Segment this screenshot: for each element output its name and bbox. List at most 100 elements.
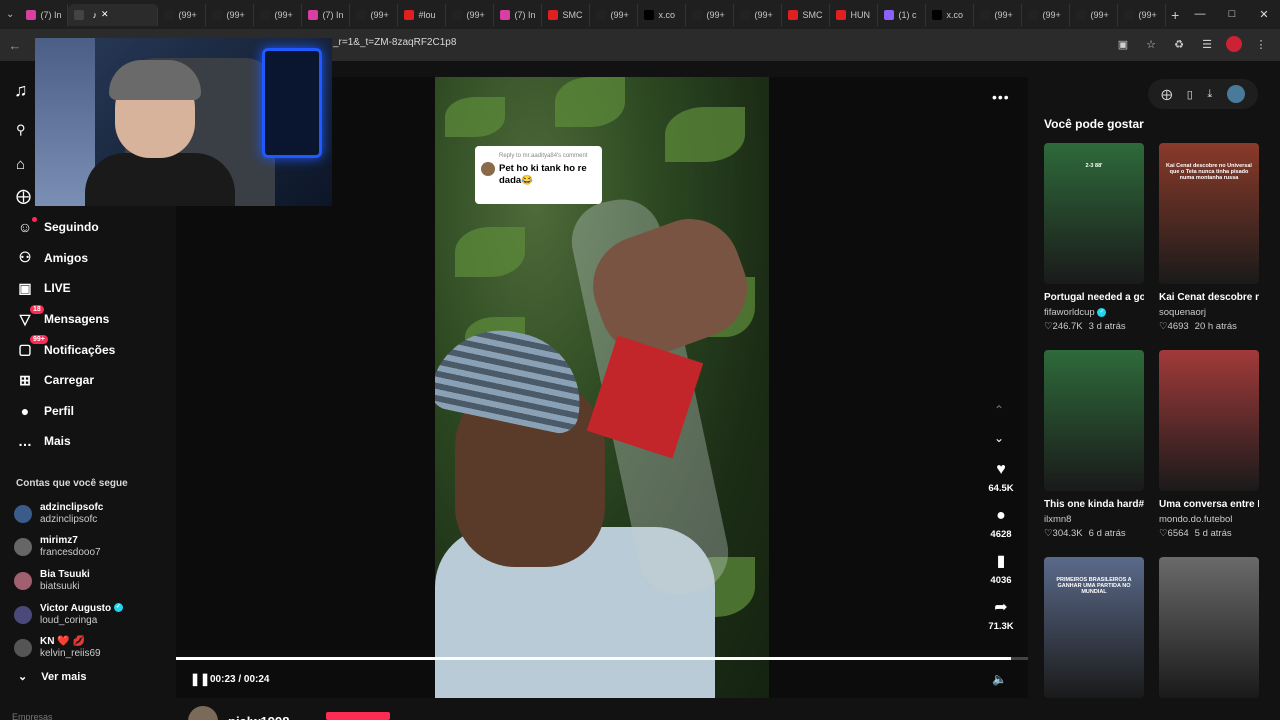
sidebar-item-carregar[interactable]: ⊞ Carregar: [12, 365, 162, 396]
browser-tab[interactable]: (1) c: [878, 3, 927, 26]
tab-favicon-icon: [932, 9, 943, 20]
browser-tab[interactable]: HUN: [830, 3, 879, 26]
browser-tab[interactable]: (99+: [1118, 3, 1167, 26]
account-avatar[interactable]: [1226, 85, 1245, 103]
share-count: 71.3K: [988, 621, 1014, 632]
upload-icon: ⊞: [19, 371, 31, 388]
sidebar-item-amigos[interactable]: ⚇ Amigos: [12, 243, 162, 274]
url-field[interactable]: _r=1&_t=ZM-8zaqRF2C1p8: [333, 37, 456, 48]
sidebar-item-perfil[interactable]: ● Perfil: [12, 396, 162, 427]
see-more-button[interactable]: ⌄ Ver mais: [18, 670, 86, 684]
following-account[interactable]: Victor Augusto ✓ loud_coringa: [14, 598, 164, 632]
video-author[interactable]: soquenaorj: [1159, 306, 1259, 320]
following-account[interactable]: Bia Tsuuki biatsuuki: [14, 564, 164, 598]
browser-tab[interactable]: SMC: [782, 3, 831, 26]
like-button[interactable]: ♥ 64.5K: [981, 459, 1021, 505]
browser-tab[interactable]: (99+: [734, 3, 783, 26]
notification-badge: 18: [30, 304, 44, 314]
browser-tab[interactable]: (99+: [974, 3, 1023, 26]
home-icon[interactable]: ⌂: [16, 156, 25, 173]
browser-tab[interactable]: (99+: [590, 3, 639, 26]
browser-tab[interactable]: (7) In: [494, 3, 543, 26]
progress-bar[interactable]: [176, 657, 1028, 660]
tiktok-logo-icon[interactable]: ♫: [14, 80, 28, 101]
recommended-video-card[interactable]: 2-3 88' Portugal needed a goal. Cristiano…: [1044, 143, 1144, 334]
recommended-video-card[interactable]: This one kinda hard#lamineyamal...ilxmn8…: [1044, 350, 1144, 541]
video-thumbnail[interactable]: [1159, 350, 1259, 491]
browser-tab[interactable]: (7) In: [302, 3, 351, 26]
video-caption[interactable]: This one kinda hard#lamineyamal...: [1044, 497, 1144, 513]
sidebar-item-mensagens[interactable]: ▽ 18 Mensagens: [12, 304, 162, 335]
browser-tab[interactable]: ♪ ✕: [68, 3, 159, 26]
video-thumbnail[interactable]: [1044, 350, 1144, 491]
browser-tab[interactable]: (99+: [254, 3, 303, 26]
browser-profile-avatar[interactable]: [1226, 36, 1242, 52]
sidebar-item-seguindo[interactable]: ☺ Seguindo: [12, 212, 162, 243]
browser-tab[interactable]: #lou: [398, 3, 447, 26]
browser-tab[interactable]: x.co: [926, 3, 975, 26]
companies-link[interactable]: Empresas: [12, 712, 53, 720]
explore-icon[interactable]: ⨁: [16, 187, 31, 205]
sidebar-item-live[interactable]: ▣ LIVE: [12, 273, 162, 304]
following-account[interactable]: KN ❤️ 💋 kelvin_reiis69: [14, 631, 164, 665]
bookmark-star-icon[interactable]: ☆: [1142, 35, 1160, 53]
extensions-icon[interactable]: ♻: [1170, 35, 1188, 53]
video-author[interactable]: mondo.do.futebol: [1159, 513, 1259, 527]
back-arrow-icon[interactable]: ←: [0, 38, 30, 53]
recommended-video-card[interactable]: Kai Cenat descobre no Universal que o Te…: [1159, 143, 1259, 334]
video-caption[interactable]: Portugal needed a goal. Cristiano...: [1044, 290, 1144, 306]
recommended-video-card[interactable]: Uma conversa entre Lamine Yamal e...mond…: [1159, 350, 1259, 541]
pause-icon[interactable]: ❚❚: [190, 672, 210, 686]
follow-button[interactable]: [326, 712, 390, 720]
recommended-video-card[interactable]: PRIMEIROS BRASILEIROS A GANHAR UMA PARTI…: [1044, 557, 1144, 698]
browser-tab[interactable]: SMC: [542, 3, 591, 26]
video-frame[interactable]: Reply to mr.aaditya84's comment Pet ho k…: [435, 77, 769, 698]
video-thumbnail[interactable]: PRIMEIROS BRASILEIROS A GANHAR UMA PARTI…: [1044, 557, 1144, 698]
browser-tab[interactable]: (99+: [350, 3, 399, 26]
following-account[interactable]: mirimz7 francesdooo7: [14, 531, 164, 565]
device-icon[interactable]: ▯: [1187, 88, 1193, 101]
video-thumbnail[interactable]: Kai Cenat descobre no Universal que o Te…: [1159, 143, 1259, 284]
search-icon[interactable]: ⚲: [16, 122, 26, 138]
video-author[interactable]: fifaworldcup ✓: [1044, 306, 1144, 320]
cast-icon[interactable]: ▣: [1114, 35, 1132, 53]
volume-icon[interactable]: 🔈: [992, 672, 1007, 686]
download-icon[interactable]: ⤓: [1207, 88, 1212, 101]
browser-menu-icon[interactable]: ⋮: [1252, 35, 1270, 53]
share-button[interactable]: ➦ 71.3K: [981, 597, 1021, 643]
following-account[interactable]: adzinclipsofc adzinclipsofc: [14, 497, 164, 531]
browser-tab[interactable]: (99+: [158, 3, 207, 26]
browser-tab[interactable]: (99+: [446, 3, 495, 26]
author-name[interactable]: pialw1998: [228, 714, 289, 720]
tab-audio-icon[interactable]: ♪: [92, 10, 97, 20]
minimize-icon[interactable]: —: [1184, 8, 1216, 21]
previous-video-icon[interactable]: ⌃: [994, 403, 1004, 417]
maximize-icon[interactable]: □: [1216, 8, 1248, 21]
sidebar-item-notificações[interactable]: ▢ 99+ Notificações: [12, 334, 162, 365]
save-button[interactable]: ▮ 4036: [981, 551, 1021, 597]
browser-tab[interactable]: (99+: [1022, 3, 1071, 26]
video-thumbnail[interactable]: 2-3 88': [1044, 143, 1144, 284]
new-tab-button[interactable]: +: [1166, 7, 1184, 23]
browser-tab[interactable]: (99+: [1070, 3, 1119, 26]
sidebar-item-mais[interactable]: … Mais: [12, 426, 162, 457]
video-thumbnail[interactable]: [1159, 557, 1259, 698]
video-caption[interactable]: Kai Cenat descobre no Universal que o...: [1159, 290, 1259, 306]
author-avatar[interactable]: [188, 706, 218, 720]
browser-tab[interactable]: x.co: [638, 3, 687, 26]
more-options-icon[interactable]: •••: [992, 89, 1010, 105]
comment-button[interactable]: ● 4628: [981, 505, 1021, 551]
compass-icon[interactable]: ⨁: [1161, 88, 1172, 101]
video-author[interactable]: ilxmn8: [1044, 513, 1144, 527]
tab-close-icon[interactable]: ✕: [101, 9, 109, 20]
account-username: kelvin_reiis69: [40, 648, 101, 660]
browser-tab[interactable]: (99+: [686, 3, 735, 26]
video-caption[interactable]: Uma conversa entre Lamine Yamal e...: [1159, 497, 1259, 513]
close-window-icon[interactable]: ✕: [1248, 8, 1280, 21]
media-icon[interactable]: ☰: [1198, 35, 1216, 53]
browser-tab[interactable]: (99+: [206, 3, 255, 26]
next-video-icon[interactable]: ⌄: [994, 431, 1004, 445]
browser-tab[interactable]: (7) In: [20, 3, 69, 26]
recommended-video-card[interactable]: [1159, 557, 1259, 698]
tab-search-chevron-icon[interactable]: ⌄: [0, 0, 20, 29]
